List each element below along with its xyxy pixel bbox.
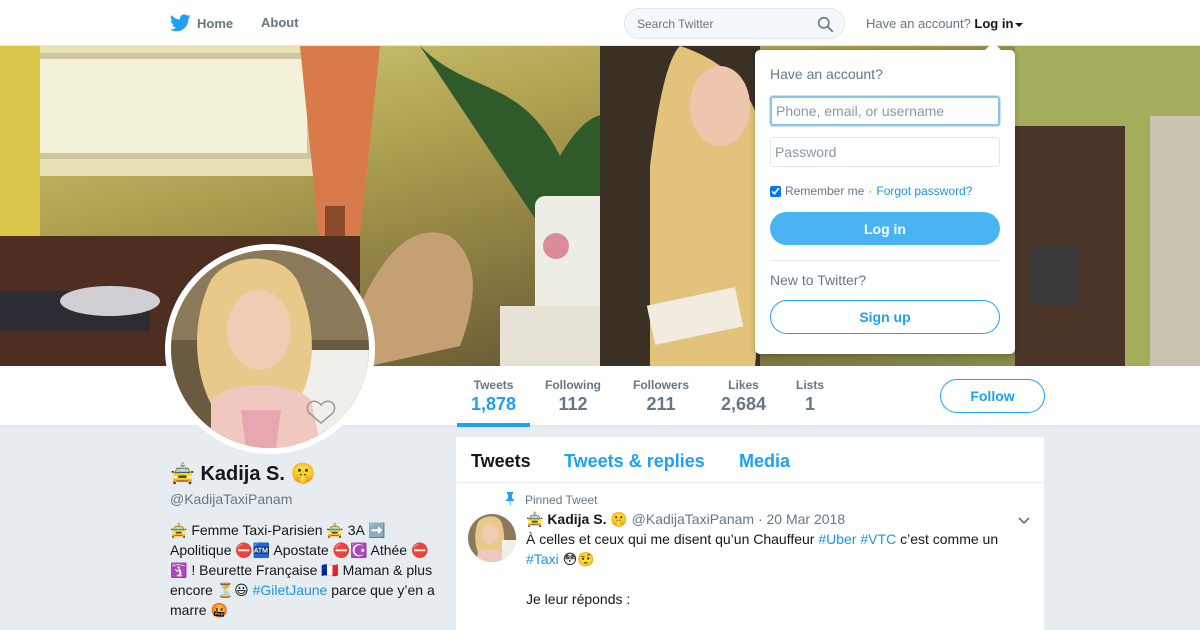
tab-tweets-replies[interactable]: Tweets & replies <box>564 451 705 472</box>
top-navigation: Home About Search Twitter Have an accoun… <box>0 0 1200 46</box>
login-menu[interactable]: Have an account? Log in <box>866 16 1024 31</box>
login-button[interactable]: Log in <box>770 212 1000 245</box>
stat-value: 1,878 <box>471 394 517 414</box>
tweet-avatar-image <box>468 514 516 562</box>
search-icon[interactable] <box>817 16 834 33</box>
stat-label: Following <box>545 378 601 392</box>
home-link[interactable]: Home <box>170 12 233 34</box>
tweet-text: À celles et ceux qui me disent qu’un Cha… <box>526 529 1016 609</box>
tweet-text-part: Je leur réponds : <box>526 591 631 607</box>
search-input[interactable]: Search Twitter <box>637 17 713 31</box>
tweet-header: 🚖 Kadija S. 🤫 @KadijaTaxiPanam · 20 Mar … <box>526 511 845 528</box>
search-box[interactable]: Search Twitter <box>624 8 845 39</box>
stat-followers[interactable]: Followers 211 <box>633 378 689 415</box>
follow-button[interactable]: Follow <box>940 379 1045 413</box>
divider <box>770 260 1000 261</box>
tweet-menu-chevron-icon[interactable] <box>1018 517 1030 525</box>
stat-value: 1 <box>805 394 816 414</box>
stat-value: 211 <box>646 394 676 414</box>
stat-following[interactable]: Following 112 <box>545 378 601 415</box>
tweet-author-name[interactable]: 🚖 Kadija S. 🤫 <box>526 511 628 527</box>
stat-value: 2,684 <box>721 394 767 414</box>
stat-label: Lists <box>796 378 825 392</box>
tweet-date[interactable]: 20 Mar 2018 <box>767 511 846 527</box>
tab-tweets[interactable]: Tweets <box>471 451 531 472</box>
timeline: Tweets Tweets & replies Media Pinned Twe… <box>456 437 1044 630</box>
tweet-author-handle[interactable]: @KadijaTaxiPanam <box>632 511 754 527</box>
remember-me-row: Remember me · Forgot password? <box>770 184 972 198</box>
tweet-text-part: 😳🤨 <box>558 551 595 567</box>
stat-label: Followers <box>633 378 690 392</box>
have-account-label: Have an account? <box>866 16 971 31</box>
profile-avatar[interactable] <box>165 244 375 454</box>
separator-dot: · <box>868 184 873 198</box>
tweet-text-part: c’est comme un <box>896 531 999 547</box>
pinned-tweet-label: Pinned Tweet <box>525 493 598 507</box>
timeline-tabs: Tweets Tweets & replies Media <box>456 437 1044 483</box>
tweet-avatar[interactable] <box>468 514 516 562</box>
twitter-bird-icon <box>170 14 191 32</box>
remember-me-checkbox[interactable] <box>770 185 781 197</box>
chevron-down-icon[interactable] <box>1015 22 1024 27</box>
hashtag-taxi-link[interactable]: #Taxi <box>526 551 559 567</box>
stat-tweets[interactable]: Tweets 1,878 <box>456 378 531 427</box>
stat-lists[interactable]: Lists 1 <box>796 378 824 415</box>
login-dropdown: Have an account? Remember me · Forgot pa… <box>755 42 1015 354</box>
tweet-dot: · <box>757 511 763 527</box>
signup-button[interactable]: Sign up <box>770 300 1000 334</box>
forgot-password-link[interactable]: Forgot password? <box>876 184 972 198</box>
pin-icon <box>506 492 514 506</box>
hashtag-vtc-link[interactable]: #VTC <box>860 531 896 547</box>
avatar-image <box>171 250 369 448</box>
profile-handle: @KadijaTaxiPanam <box>170 491 293 507</box>
stat-label: Tweets <box>473 378 514 392</box>
stat-value: 112 <box>558 394 588 414</box>
tab-media[interactable]: Media <box>739 451 790 472</box>
home-label: Home <box>197 15 234 31</box>
remember-me-label[interactable]: Remember me <box>785 184 864 198</box>
bio-hashtag-link[interactable]: #GiletJaune <box>253 582 328 598</box>
new-to-twitter-label: New to Twitter? <box>770 272 867 288</box>
profile-name: 🚖 Kadija S. 🤫 <box>170 463 316 485</box>
about-link[interactable]: About <box>261 15 299 30</box>
stat-likes[interactable]: Likes 2,684 <box>721 378 766 415</box>
dropdown-title: Have an account? <box>770 66 883 82</box>
username-field[interactable] <box>770 96 1000 126</box>
stat-label: Likes <box>728 378 759 392</box>
profile-bio: 🚖 Femme Taxi-Parisien 🚖 3A ➡️ Apolitique… <box>170 520 440 620</box>
password-field[interactable] <box>770 137 1000 167</box>
hashtag-uber-link[interactable]: #Uber <box>818 531 856 547</box>
login-link[interactable]: Log in <box>974 16 1013 31</box>
tweet-text-part: À celles et ceux qui me disent qu’un Cha… <box>526 531 819 547</box>
